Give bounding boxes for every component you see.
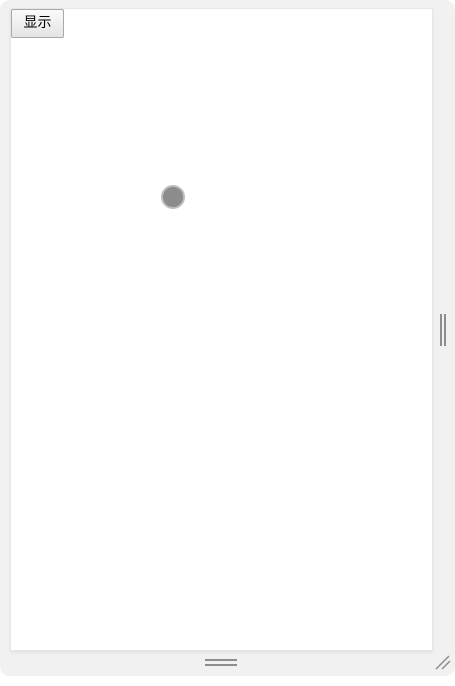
page-viewport: 显示 <box>10 8 433 651</box>
resize-handle-right[interactable] <box>440 314 446 346</box>
resize-handle-bottom[interactable] <box>205 659 239 667</box>
show-button[interactable]: 显示 <box>11 9 64 38</box>
resize-corner-icon[interactable] <box>434 654 452 670</box>
loading-dot-icon <box>161 185 185 209</box>
device-frame: 显示 <box>0 0 455 676</box>
